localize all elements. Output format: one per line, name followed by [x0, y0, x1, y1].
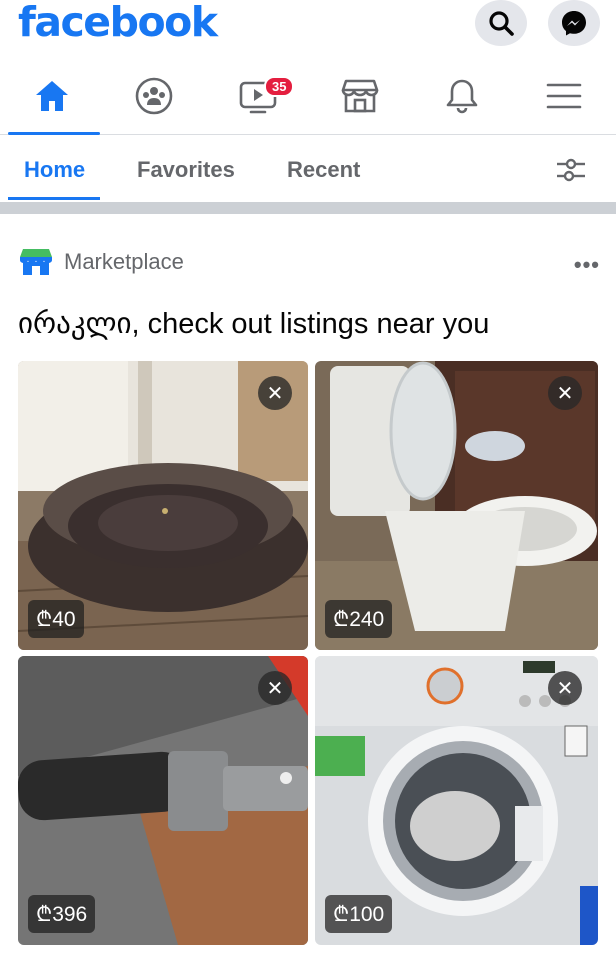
nav-marketplace[interactable] — [312, 58, 408, 134]
facebook-logo[interactable]: facebook — [18, 0, 218, 46]
feed-subtabs: Home Favorites Recent — [0, 135, 616, 201]
groups-icon — [135, 77, 173, 115]
messenger-icon — [562, 11, 586, 36]
nav-menu[interactable] — [516, 58, 612, 134]
dismiss-listing-button[interactable]: ✕ — [548, 671, 582, 705]
listing-price: ₾396 — [28, 895, 96, 933]
more-options-button[interactable]: ••• — [574, 252, 600, 278]
dismiss-listing-button[interactable]: ✕ — [258, 376, 292, 410]
tab-recent[interactable]: Recent — [287, 157, 360, 183]
search-icon — [489, 11, 514, 36]
menu-icon — [546, 83, 582, 109]
nav-notifications[interactable] — [414, 58, 510, 134]
listing-tile[interactable]: ✕ ₾396 — [18, 656, 308, 945]
marketplace-store-icon — [20, 249, 52, 275]
main-nav: 35 — [0, 58, 616, 135]
section-divider — [0, 202, 616, 214]
marketplace-icon — [341, 79, 379, 113]
marketplace-headline: ირაკლი, check out listings near you — [18, 308, 490, 340]
home-icon — [36, 81, 68, 111]
nav-watch[interactable]: 35 — [210, 58, 306, 134]
tab-home[interactable]: Home — [24, 157, 85, 183]
search-button[interactable] — [475, 0, 527, 46]
tab-favorites[interactable]: Favorites — [137, 157, 235, 183]
nav-home[interactable] — [4, 58, 100, 135]
top-bar: facebook — [0, 0, 616, 52]
listing-price: ₾40 — [28, 600, 84, 638]
listing-price: ₾100 — [325, 895, 393, 933]
nav-groups[interactable] — [106, 58, 202, 134]
dismiss-listing-button[interactable]: ✕ — [258, 671, 292, 705]
listing-tile[interactable]: ✕ ₾40 — [18, 361, 308, 650]
marketplace-label: Marketplace — [64, 249, 184, 274]
bell-icon — [446, 79, 478, 114]
messenger-button[interactable] — [548, 0, 600, 46]
marketplace-header[interactable]: Marketplace — [20, 244, 184, 280]
dismiss-listing-button[interactable]: ✕ — [548, 376, 582, 410]
active-tab-indicator — [8, 197, 100, 200]
listing-price: ₾240 — [325, 600, 393, 638]
listing-tile[interactable]: ✕ ₾100 — [315, 656, 598, 945]
filter-icon[interactable] — [555, 157, 587, 183]
watch-badge: 35 — [264, 76, 295, 97]
listing-tile[interactable]: ✕ ₾240 — [315, 361, 598, 650]
